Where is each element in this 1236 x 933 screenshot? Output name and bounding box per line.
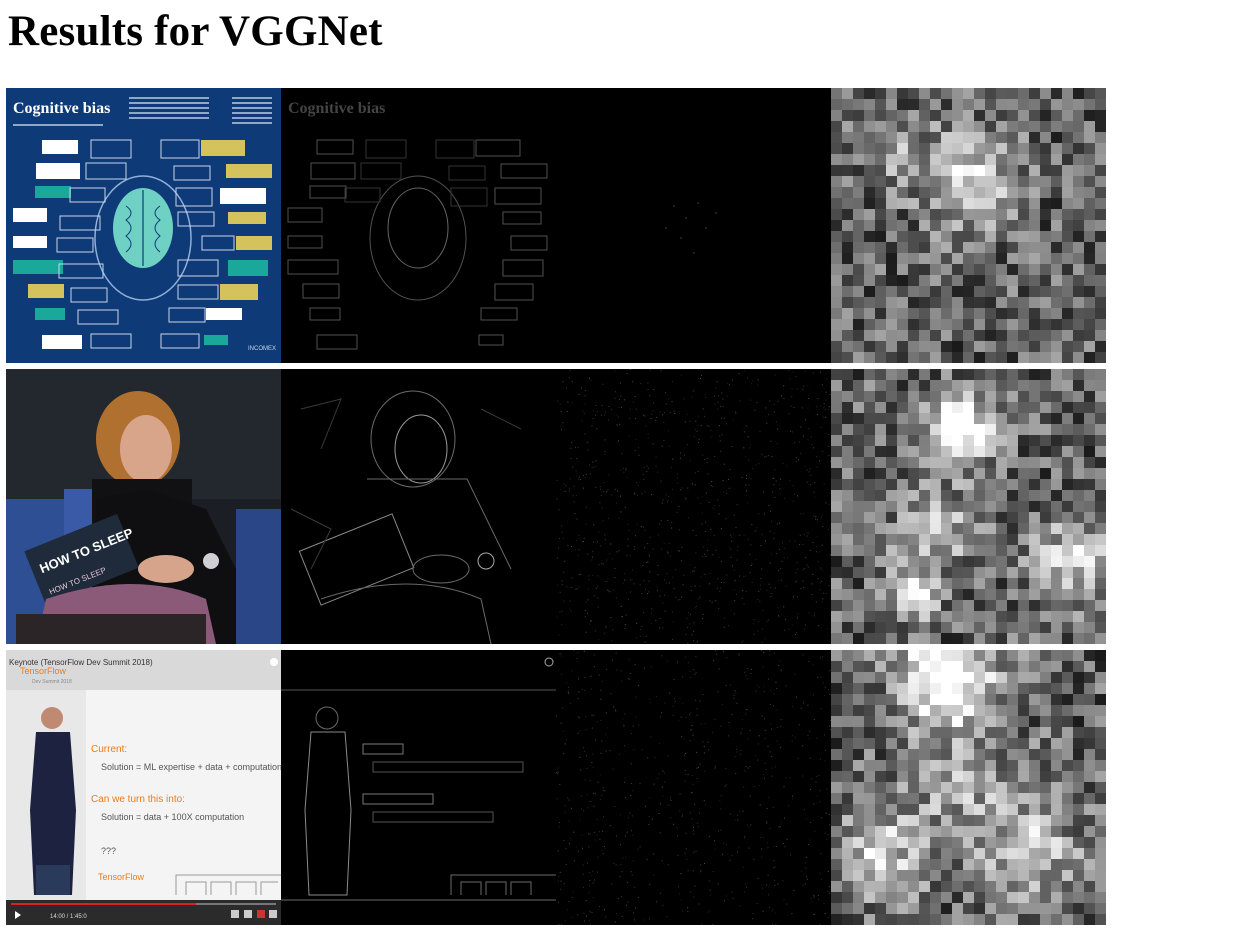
saliency-map-gradient xyxy=(281,650,556,925)
input-image-cognitive-bias: Cognitive bias INCOMEX xyxy=(6,88,281,363)
svg-text:INCOMEX: INCOMEX xyxy=(248,346,276,352)
slide-current-label: Current: xyxy=(91,744,127,755)
saliency-map-gradcam xyxy=(831,650,1106,925)
svg-text:Dev Summit 2018: Dev Summit 2018 xyxy=(32,679,72,685)
tensorflow-logo-text: TensorFlow xyxy=(20,666,67,676)
svg-text:TensorFlow: TensorFlow xyxy=(98,872,145,882)
saliency-map-gradcam xyxy=(831,369,1106,644)
cognitive-bias-title: Cognitive bias xyxy=(13,100,110,117)
cognitive-bias-title-ghost: Cognitive bias xyxy=(288,100,385,117)
saliency-map-gradient xyxy=(281,369,556,644)
result-row-1: Cognitive bias INCOMEX Cognitive bias xyxy=(6,88,1106,363)
results-grid: Cognitive bias INCOMEX Cognitive bias HO… xyxy=(6,88,1106,931)
saliency-map-smoothgrad xyxy=(556,369,831,644)
input-image-tensorflow-keynote: Keynote (TensorFlow Dev Summit 2018) Ten… xyxy=(6,650,281,925)
svg-text:???: ??? xyxy=(101,846,116,856)
result-row-2: HOW TO SLEEP HOW TO SLEEP xyxy=(6,369,1106,644)
page-title: Results for VGGNet xyxy=(8,8,383,55)
slide-current-line: Solution = ML expertise + data + computa… xyxy=(101,762,281,772)
saliency-map-gradient: Cognitive bias xyxy=(281,88,556,363)
result-row-3: Keynote (TensorFlow Dev Summit 2018) Ten… xyxy=(6,650,1106,925)
slide-question-line: Solution = data + 100X computation xyxy=(101,812,244,822)
saliency-map-smoothgrad xyxy=(556,88,831,363)
slide-question-label: Can we turn this into: xyxy=(91,794,185,805)
input-image-sleeping-woman: HOW TO SLEEP HOW TO SLEEP xyxy=(6,369,281,644)
video-timecode: 14:00 / 1:45:0 xyxy=(50,914,87,920)
saliency-map-gradcam xyxy=(831,88,1106,363)
saliency-map-smoothgrad xyxy=(556,650,831,925)
